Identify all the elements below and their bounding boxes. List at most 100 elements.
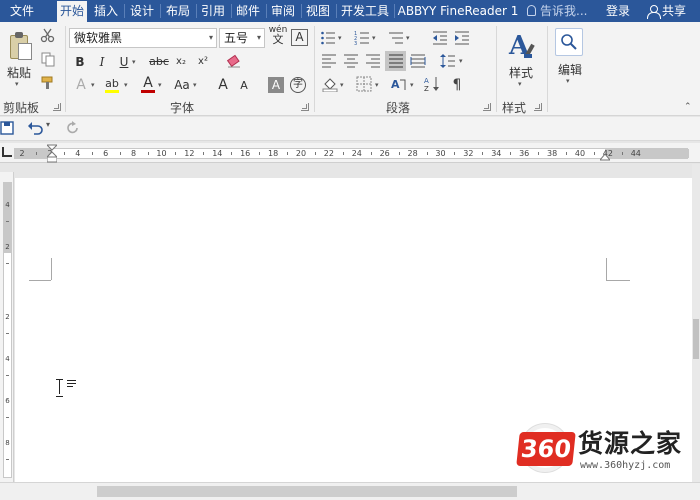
ruler-number: 26 <box>379 149 390 158</box>
highlight-dropdown-icon[interactable]: ▾ <box>124 75 128 95</box>
indent-marker-icon[interactable] <box>47 144 57 163</box>
bullets-dropdown-icon[interactable]: ▾ <box>338 28 342 48</box>
tab-home[interactable]: 开始 <box>57 1 87 22</box>
tab-review[interactable]: 审阅 <box>268 0 298 22</box>
tab-file[interactable]: 文件 <box>0 0 44 22</box>
tab-view[interactable]: 视图 <box>303 0 333 22</box>
share-button[interactable]: 共享 <box>641 0 700 22</box>
tab-design[interactable]: 设计 <box>127 0 157 22</box>
shading-dropdown-icon[interactable]: ▾ <box>340 75 344 95</box>
align-right-icon[interactable] <box>365 53 381 69</box>
save-icon[interactable] <box>0 121 14 135</box>
numbering-dropdown-icon[interactable]: ▾ <box>372 28 376 48</box>
grow-font-button[interactable]: A <box>216 75 230 95</box>
person-icon <box>647 5 661 19</box>
vertical-ruler-number: 2 <box>5 243 10 251</box>
styles-launcher-icon[interactable] <box>534 103 542 111</box>
ruler-number: 32 <box>463 149 474 158</box>
ruler-tick <box>538 152 540 155</box>
chinese-layout-icon[interactable]: A <box>391 76 407 92</box>
distributed-icon[interactable] <box>410 53 426 69</box>
format-painter-icon[interactable] <box>40 75 56 91</box>
vertical-ruler-number: 4 <box>5 355 10 363</box>
show-marks-icon[interactable]: ¶ <box>450 75 464 95</box>
change-case-dropdown-icon[interactable]: ▾ <box>193 75 197 95</box>
group-label-styles: 样式 <box>502 101 527 115</box>
horizontal-scrollbar[interactable] <box>0 482 700 500</box>
sort-icon[interactable]: AZ <box>424 76 440 92</box>
paragraph-launcher-icon[interactable] <box>483 103 491 111</box>
multilevel-list-icon[interactable] <box>388 30 404 46</box>
font-color-button[interactable]: A <box>140 73 156 93</box>
tab-insert[interactable]: 插入 <box>91 0 121 22</box>
multilevel-dropdown-icon[interactable]: ▾ <box>406 28 410 48</box>
borders-dropdown-icon[interactable]: ▾ <box>375 75 379 95</box>
clipboard-paste-icon <box>8 31 34 61</box>
collapse-ribbon-icon[interactable]: ⌃ <box>684 102 692 112</box>
font-name-combo[interactable]: 微软雅黑 ▾ <box>69 28 217 48</box>
character-shading-button[interactable]: A <box>268 77 284 93</box>
paste-button[interactable]: 粘贴 ▾ <box>2 24 36 88</box>
line-spacing-dropdown-icon[interactable]: ▾ <box>459 51 463 71</box>
superscript-button[interactable]: x² <box>195 52 211 72</box>
scissors-icon[interactable] <box>40 27 56 43</box>
chinese-layout-dropdown-icon[interactable]: ▾ <box>410 75 414 95</box>
redo-icon[interactable] <box>66 121 80 135</box>
shrink-font-button[interactable]: A <box>237 76 251 96</box>
vertical-scroll-thumb[interactable] <box>693 319 699 359</box>
clear-format-button[interactable]: A <box>291 29 308 46</box>
sign-in-button[interactable]: 登录 <box>600 0 636 22</box>
vertical-ruler[interactable]: 4 2 2 4 6 8 <box>0 172 14 482</box>
styles-button[interactable]: A 样式 ▾ <box>502 26 540 92</box>
ruler-tick <box>147 152 149 155</box>
ruler-number: 34 <box>491 149 502 158</box>
strikethrough-button[interactable]: abc <box>148 52 170 72</box>
increase-indent-icon[interactable] <box>454 30 470 46</box>
undo-icon[interactable] <box>27 121 43 135</box>
font-size-combo[interactable]: 五号 ▾ <box>219 28 265 48</box>
eraser-icon[interactable] <box>226 53 242 69</box>
text-effects-dropdown-icon[interactable]: ▾ <box>91 75 95 95</box>
underline-dropdown-icon[interactable]: ▾ <box>132 52 136 72</box>
font-color-dropdown-icon[interactable]: ▾ <box>158 75 162 95</box>
right-indent-marker-icon[interactable] <box>600 151 610 161</box>
text-effects-button[interactable]: A <box>72 75 90 95</box>
tab-stop-selector-icon[interactable] <box>2 147 12 157</box>
horizontal-ruler[interactable]: 2246810121416182022242628303234363840424… <box>0 143 700 163</box>
numbering-icon[interactable]: 123 <box>354 30 370 46</box>
bold-button[interactable]: B <box>72 52 88 72</box>
undo-dropdown-icon[interactable]: ▾ <box>46 120 50 129</box>
tab-abbyy[interactable]: ABBYY FineReader 1 <box>396 0 520 22</box>
tell-me-search[interactable]: 告诉我... <box>527 0 587 22</box>
align-center-icon[interactable] <box>343 53 359 69</box>
font-launcher-icon[interactable] <box>301 103 309 111</box>
tab-references[interactable]: 引用 <box>198 0 228 22</box>
enclose-characters-button[interactable]: 字 <box>290 77 306 93</box>
highlight-button[interactable]: ab <box>103 74 121 94</box>
tab-mailings[interactable]: 邮件 <box>233 0 263 22</box>
magnifier-icon <box>555 28 583 56</box>
italic-button[interactable]: I <box>94 52 110 72</box>
line-spacing-icon[interactable] <box>440 53 456 69</box>
editing-button[interactable]: 编辑 ▾ <box>552 26 588 92</box>
copy-icon[interactable] <box>40 51 56 67</box>
decrease-indent-icon[interactable] <box>432 30 448 46</box>
ruler-number: 14 <box>212 149 223 158</box>
shading-icon[interactable] <box>322 76 338 92</box>
bullets-icon[interactable] <box>320 30 336 46</box>
clipboard-launcher-icon[interactable] <box>53 103 61 111</box>
borders-icon[interactable] <box>356 76 372 92</box>
pinyin-guide-button[interactable]: wén 文 <box>268 26 288 48</box>
subscript-button[interactable]: x₂ <box>173 52 189 72</box>
editing-dropdown-icon[interactable]: ▾ <box>566 77 570 85</box>
justify-button[interactable] <box>385 51 406 71</box>
paste-dropdown-icon[interactable]: ▾ <box>15 80 19 88</box>
tab-developer[interactable]: 开发工具 <box>338 0 392 22</box>
tab-layout[interactable]: 布局 <box>163 0 193 22</box>
ruler-tick <box>482 152 484 155</box>
underline-button[interactable]: U <box>117 52 131 72</box>
styles-dropdown-icon[interactable]: ▾ <box>518 80 522 88</box>
horizontal-scroll-thumb[interactable] <box>97 486 517 497</box>
change-case-button[interactable]: Aa <box>172 75 192 95</box>
align-left-icon[interactable] <box>321 53 337 69</box>
